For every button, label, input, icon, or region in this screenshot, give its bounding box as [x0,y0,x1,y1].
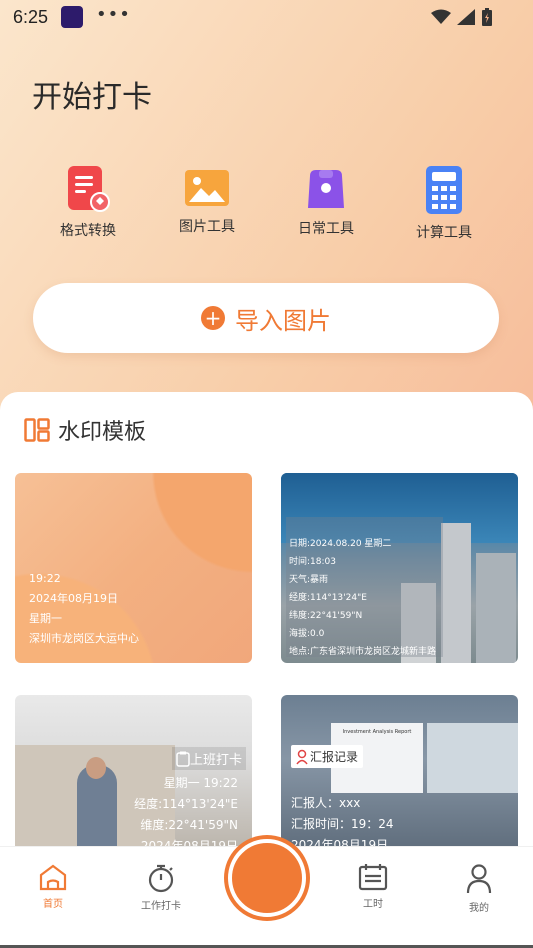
image-tool-icon [185,170,229,206]
camera-ring [228,839,306,917]
nav-label: 我的 [469,903,489,914]
clipboard-icon [176,751,190,767]
tool-calculator[interactable]: 计算工具 [394,164,494,242]
worker-head [86,757,106,779]
nav-work-hours[interactable]: 工时 [338,863,408,910]
template-line: 纬度:22°41'59"N [289,611,363,621]
template-line: 经度:114°13'24"E [134,797,238,811]
template-grid-icon [24,418,50,442]
tools-row: 格式转换 图片工具 日常工具 计算工具 [0,160,533,250]
section-title: 水印模板 [58,420,147,445]
tool-label: 格式转换 [60,223,116,239]
template-line: 深圳市龙岗区大运中心 [29,632,139,645]
template-line: 地点:广东省深圳市龙岗区龙城新丰路 [289,647,437,657]
notification-app-icon [61,6,83,28]
watermark-template-panel: 水印模板 19:22 2024年08月19日 星期一 深圳市龙岗区大运中心 日期… [0,392,533,862]
nav-label: 工时 [363,899,383,910]
bottom-nav: 首页 工作打卡 工时 我的 [0,835,533,948]
more-notifications-icon: ••• [96,4,131,25]
signal-icon [457,9,475,25]
status-time: 6:25 [13,7,49,27]
nav-mine[interactable]: 我的 [444,863,514,914]
status-bar: 6:25 ••• [0,0,533,36]
building [476,553,516,663]
page-title: 开始打卡 [32,80,152,115]
clock-in-badge: 上班打卡 [172,747,247,770]
battery-icon [482,8,492,26]
calendar-list-icon [358,864,388,891]
nav-label: 工作打卡 [141,901,181,912]
tool-label: 日常工具 [298,221,354,237]
calculator-icon [426,166,462,214]
camera-capture-button[interactable] [224,835,310,921]
import-image-button[interactable]: + 导入图片 [33,283,499,353]
template-line: 星期一 [29,612,62,625]
home-icon [39,864,67,891]
template-line: 经度:114°13'24"E [289,593,367,603]
building [441,523,471,663]
stopwatch-icon [148,864,174,893]
badge-label: 汇报记录 [310,750,359,764]
status-icons [431,8,493,26]
template-card-4[interactable]: Investment Analysis Report 汇报记录 汇报人：xxx … [281,695,518,855]
template-line: 2024年08月19日 [29,592,118,605]
tool-daily[interactable]: 日常工具 [276,164,376,238]
template-line: 星期一 19:22 [163,776,238,790]
nav-work-clock-in[interactable]: 工作打卡 [126,863,196,912]
template-card-2[interactable]: 日期:2024.08.20 星期二 时间:18:03 天气:暴雨 经度:114°… [281,473,518,663]
daily-tool-icon [308,170,344,208]
template-line: 汇报人：xxx [291,796,361,810]
template-line: 时间:18:03 [289,557,336,567]
video-screen [427,723,518,793]
tool-label: 计算工具 [416,225,472,241]
template-line: 海拔:0.0 [289,629,325,639]
template-line: 19:22 [29,572,61,585]
wifi-icon [431,9,451,24]
template-line: 天气:暴雨 [289,575,329,585]
badge-label: 上班打卡 [190,753,243,768]
template-text: 星期一 19:22 经度:114°13'24"E 维度:22°41'59"N 2… [134,773,238,855]
template-text: 19:22 2024年08月19日 星期一 深圳市龙岗区大运中心 [29,569,139,649]
section-header: 水印模板 [24,414,146,446]
person-icon [466,864,492,894]
tool-label: 图片工具 [179,219,235,235]
template-text: 日期:2024.08.20 星期二 时间:18:03 天气:暴雨 经度:114°… [289,535,436,661]
tool-format-convert[interactable]: 格式转换 [38,164,138,240]
nav-label: 首页 [43,899,63,910]
template-line: 汇报时间：19：24 [291,817,394,831]
person-report-icon [296,749,308,764]
plus-icon: + [201,306,225,330]
screen-title: Investment Analysis Report [342,729,412,735]
report-badge: 汇报记录 [291,745,364,768]
tool-image[interactable]: 图片工具 [157,164,257,236]
template-line: 维度:22°41'59"N [140,818,238,832]
import-button-label: 导入图片 [235,306,331,335]
template-card-1[interactable]: 19:22 2024年08月19日 星期一 深圳市龙岗区大运中心 [15,473,252,663]
template-line: 日期:2024.08.20 星期二 [289,539,392,549]
nav-home[interactable]: 首页 [18,863,88,910]
template-card-3[interactable]: 上班打卡 星期一 19:22 经度:114°13'24"E 维度:22°41'5… [15,695,252,855]
format-convert-icon [68,166,110,212]
